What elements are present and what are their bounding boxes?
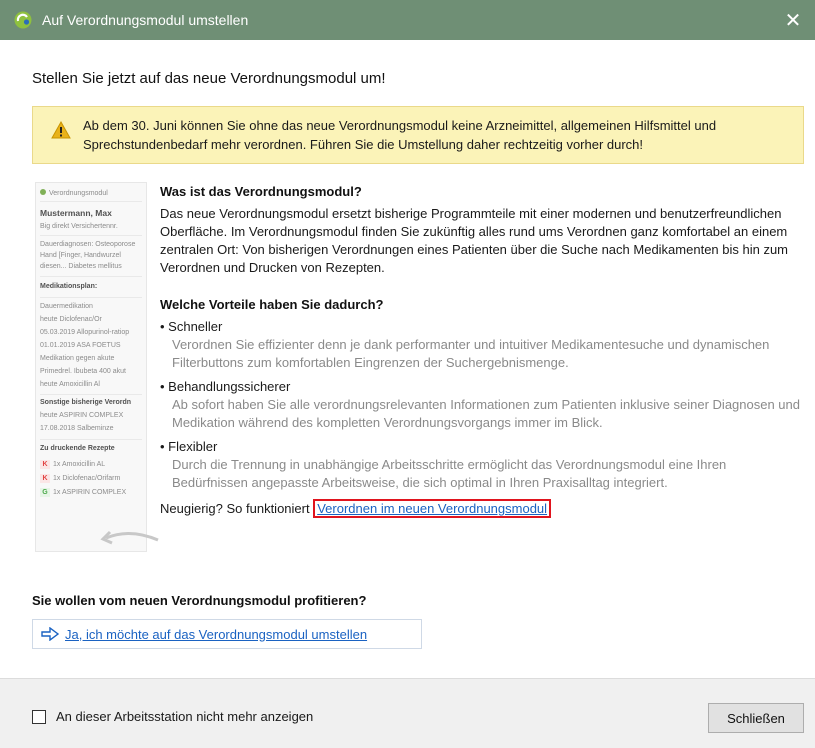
warning-icon <box>51 121 71 139</box>
benefit-desc: Durch die Trennung in unabhängige Arbeit… <box>172 457 727 490</box>
preview-row: Mustermann, Max <box>40 208 112 218</box>
dialog-footer: An dieser Arbeitsstation nicht mehr anze… <box>0 678 815 748</box>
preview-row: heute Diclofenac/Or <box>40 316 102 323</box>
benefit-title: • Schneller <box>160 319 223 334</box>
what-title: Was ist das Verordnungsmodul? <box>160 184 362 199</box>
tutorial-link[interactable]: Verordnen im neuen Verordnungsmodul <box>313 499 552 518</box>
app-logo-icon <box>14 11 32 29</box>
preview-row: K 1x Diclofenac/Orifarm <box>40 474 120 483</box>
preview-row: 01.01.2019 ASA FOETUS <box>40 342 121 349</box>
warning-banner: Ab dem 30. Juni können Sie ohne das neue… <box>32 106 804 164</box>
preview-row: Dauerdiagnosen: Osteoporose <box>40 241 136 248</box>
benefit-title: • Behandlungssicherer <box>160 379 291 394</box>
preview-row: Dauermedikation <box>40 303 93 310</box>
close-button[interactable]: Schließen <box>708 703 804 733</box>
what-text: Das neue Verordnungsmodul ersetzt bisher… <box>160 206 789 275</box>
title-bar: Auf Verordnungsmodul umstellen ✕ <box>0 0 815 40</box>
preview-logo-icon <box>40 189 46 195</box>
dialog-content: Stellen Sie jetzt auf das neue Verordnun… <box>0 40 815 678</box>
preview-row: Sonstige bisherige Verordn <box>40 399 132 406</box>
preview-row: G 1x ASPIRIN COMPLEX <box>40 488 126 497</box>
preview-row: Medikation gegen akute <box>40 355 115 362</box>
benefit-item: • Schneller Verordnen Sie effizienter de… <box>160 318 800 372</box>
switch-module-button[interactable]: Ja, ich möchte auf das Verordnungsmodul … <box>32 619 422 649</box>
curious-prefix: Neugierig? So funktioniert <box>160 501 310 516</box>
module-preview-image: Verordnungsmodul Mustermann, Max Big dir… <box>35 182 147 552</box>
benefit-title: • Flexibler <box>160 439 218 454</box>
benefit-desc: Verordnen Sie effizienter denn je dank p… <box>172 337 770 370</box>
preview-row: K 1x Amoxicillin AL <box>40 460 105 469</box>
preview-row: heute Amoxicillin Al <box>40 381 100 388</box>
preview-row: diesen... Diabetes mellitus <box>40 263 122 270</box>
page-title: Stellen Sie jetzt auf das neue Verordnun… <box>32 70 386 87</box>
close-window-icon[interactable]: ✕ <box>771 0 815 40</box>
benefit-desc: Ab sofort haben Sie alle verordnungsrele… <box>172 397 800 430</box>
dont-show-label[interactable]: An dieser Arbeitsstation nicht mehr anze… <box>56 709 313 724</box>
preview-row: 05.03.2019 Allopurinol-ratiop <box>40 329 130 336</box>
benefit-item: • Flexibler Durch die Trennung in unabhä… <box>160 438 800 492</box>
preview-row: Zu druckende Rezepte <box>40 445 115 452</box>
preview-row: Primedrel. Ibubeta 400 akut <box>40 368 126 375</box>
info-column: Was ist das Verordnungsmodul? Das neue V… <box>160 184 800 518</box>
dont-show-checkbox[interactable] <box>32 710 46 724</box>
curious-line: Neugierig? So funktioniert Verordnen im … <box>160 499 800 518</box>
preview-row: Hand [Finger, Handwurzel <box>40 252 121 259</box>
profit-title: Sie wollen vom neuen Verordnungsmodul pr… <box>32 593 367 608</box>
preview-row: 17.08.2018 Salbeminze <box>40 425 114 432</box>
benefits-title: Welche Vorteile haben Sie dadurch? <box>160 297 384 312</box>
preview-row: Medikationsplan: <box>40 283 98 290</box>
preview-row: Verordnungsmodul <box>40 189 108 197</box>
warning-text: Ab dem 30. Juni können Sie ohne das neue… <box>83 118 717 152</box>
preview-row: heute ASPIRIN COMPLEX <box>40 412 124 419</box>
switch-module-label: Ja, ich möchte auf das Verordnungsmodul … <box>65 626 368 642</box>
preview-row: Big direkt Versichertennr. <box>40 223 118 230</box>
benefit-item: • Behandlungssicherer Ab sofort haben Si… <box>160 378 800 432</box>
decorative-arrow-icon <box>100 530 159 545</box>
arrow-right-icon <box>41 627 59 641</box>
window-title: Auf Verordnungsmodul umstellen <box>42 12 249 28</box>
